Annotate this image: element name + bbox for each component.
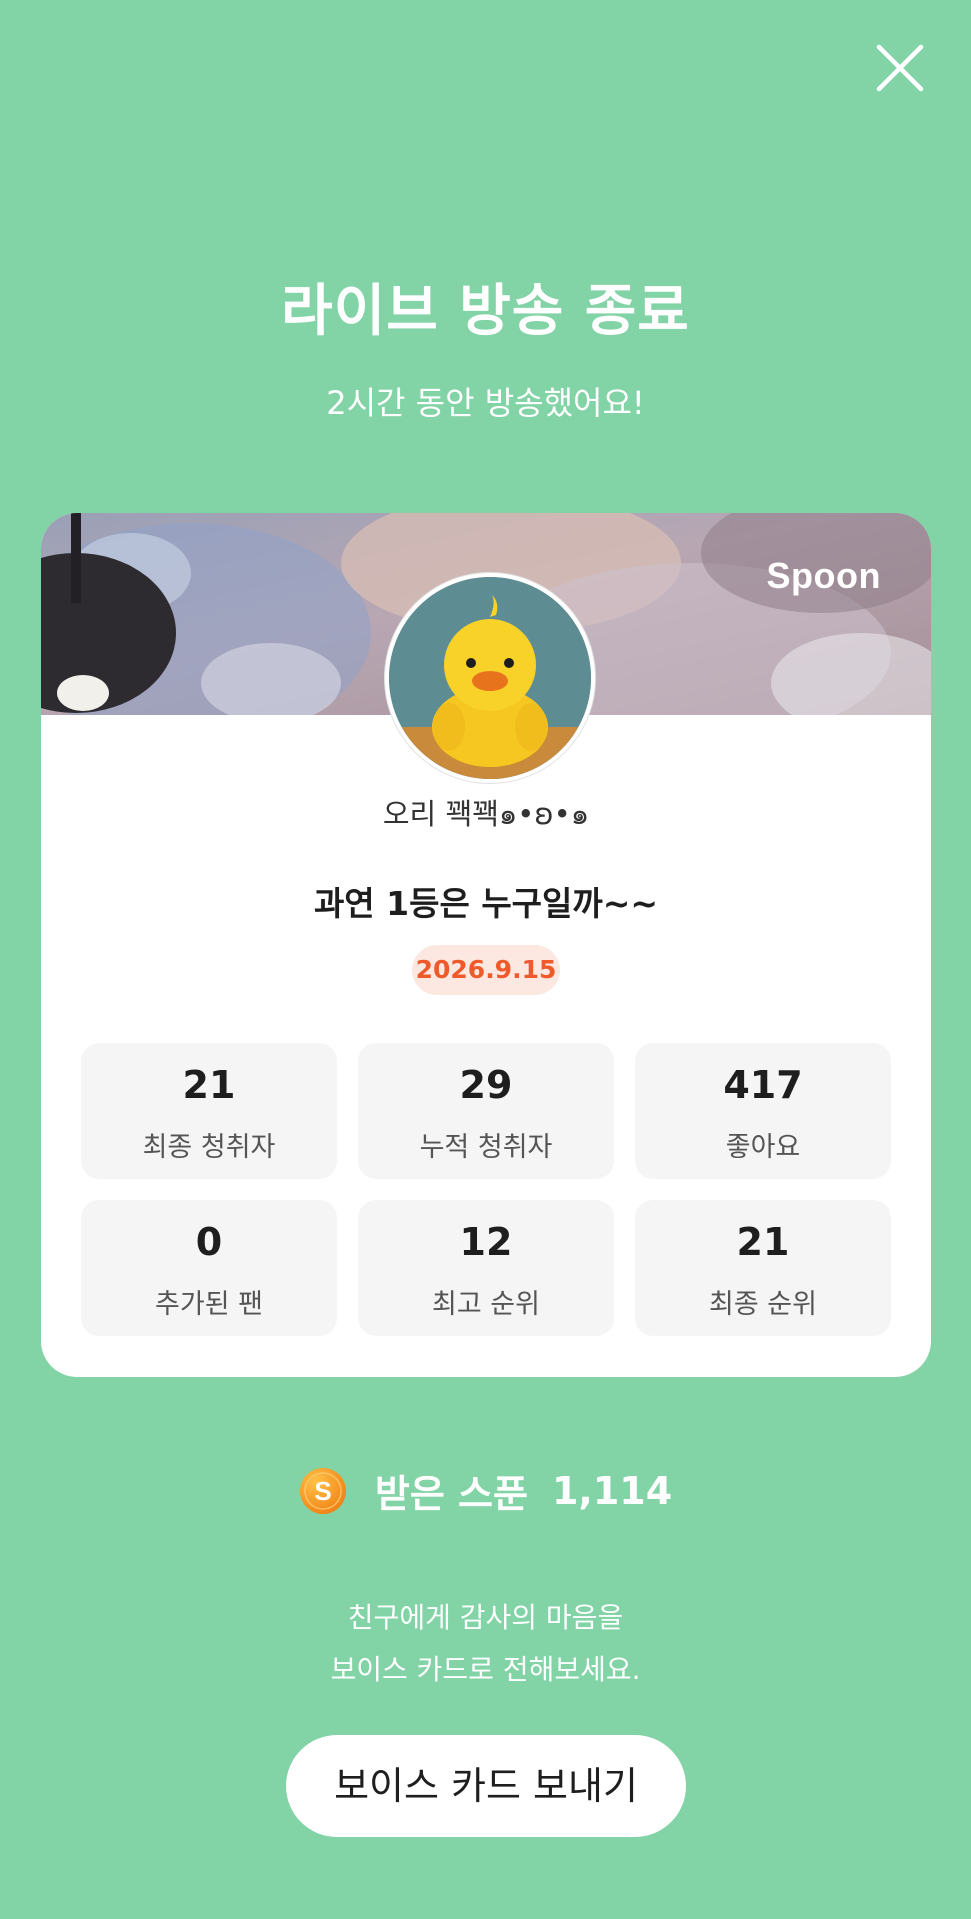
- stat-label: 최종 청취자: [142, 1132, 276, 1163]
- stat-likes: 417 좋아요: [635, 1043, 891, 1179]
- stat-value: 29: [459, 1063, 513, 1107]
- received-spoon-label: 받은 스푼: [374, 1472, 528, 1516]
- svg-text:S: S: [314, 1476, 331, 1506]
- live-title: 과연 1등은 누구일까~~: [313, 884, 659, 923]
- stat-label: 최고 순위: [432, 1289, 540, 1320]
- stats-grid: 21 최종 청취자 29 누적 청취자 417 좋아요 0 추가된 팬 12 최…: [81, 1043, 891, 1336]
- close-button[interactable]: [874, 42, 926, 94]
- stat-label: 최종 순위: [709, 1289, 817, 1320]
- stat-value: 21: [736, 1220, 790, 1264]
- thank-you-message: 친구에게 감사의 마음을 보이스 카드로 전해보세요.: [0, 1592, 971, 1696]
- date-badge: 2026.9.15: [412, 945, 560, 995]
- stat-label: 추가된 팬: [155, 1289, 263, 1320]
- stat-label: 누적 청취자: [419, 1132, 553, 1163]
- stat-value: 0: [195, 1220, 223, 1264]
- spoon-coin-icon: S: [299, 1467, 346, 1514]
- stat-final-listeners: 21 최종 청취자: [81, 1043, 337, 1179]
- send-voice-card-button[interactable]: 보이스 카드 보내기: [286, 1735, 686, 1837]
- close-icon: [876, 44, 924, 92]
- stat-value: 21: [182, 1063, 236, 1107]
- stat-best-rank: 12 최고 순위: [358, 1200, 614, 1336]
- avatar: [385, 573, 595, 783]
- host-nickname: 오리 꽥꽥๑•ʚ•๑: [382, 797, 590, 831]
- stat-new-fans: 0 추가된 팬: [81, 1200, 337, 1336]
- page-title: 라이브 방송 종료: [281, 279, 690, 344]
- stat-label: 좋아요: [725, 1132, 801, 1163]
- stat-value: 12: [459, 1220, 513, 1264]
- message-line-1: 친구에게 감사의 마음을: [347, 1601, 624, 1634]
- stat-final-rank: 21 최종 순위: [635, 1200, 891, 1336]
- stat-value: 417: [723, 1063, 803, 1107]
- received-spoon-value: 1,114: [551, 1468, 673, 1513]
- broadcast-duration: 2시간 동안 방송했어요!: [326, 384, 645, 422]
- spoon-logo: Spoon: [766, 555, 881, 596]
- broadcast-summary-card: Spoon 오리 꽥꽥๑•ʚ•๑ 과연 1등은 누구일까~~ 2026.9.15…: [41, 513, 931, 1377]
- received-spoon-row: S 받은 스푼 1,114: [0, 1463, 971, 1518]
- message-line-2: 보이스 카드로 전해보세요.: [330, 1653, 641, 1686]
- stat-total-listeners: 29 누적 청취자: [358, 1043, 614, 1179]
- duck-avatar-image: [389, 577, 591, 779]
